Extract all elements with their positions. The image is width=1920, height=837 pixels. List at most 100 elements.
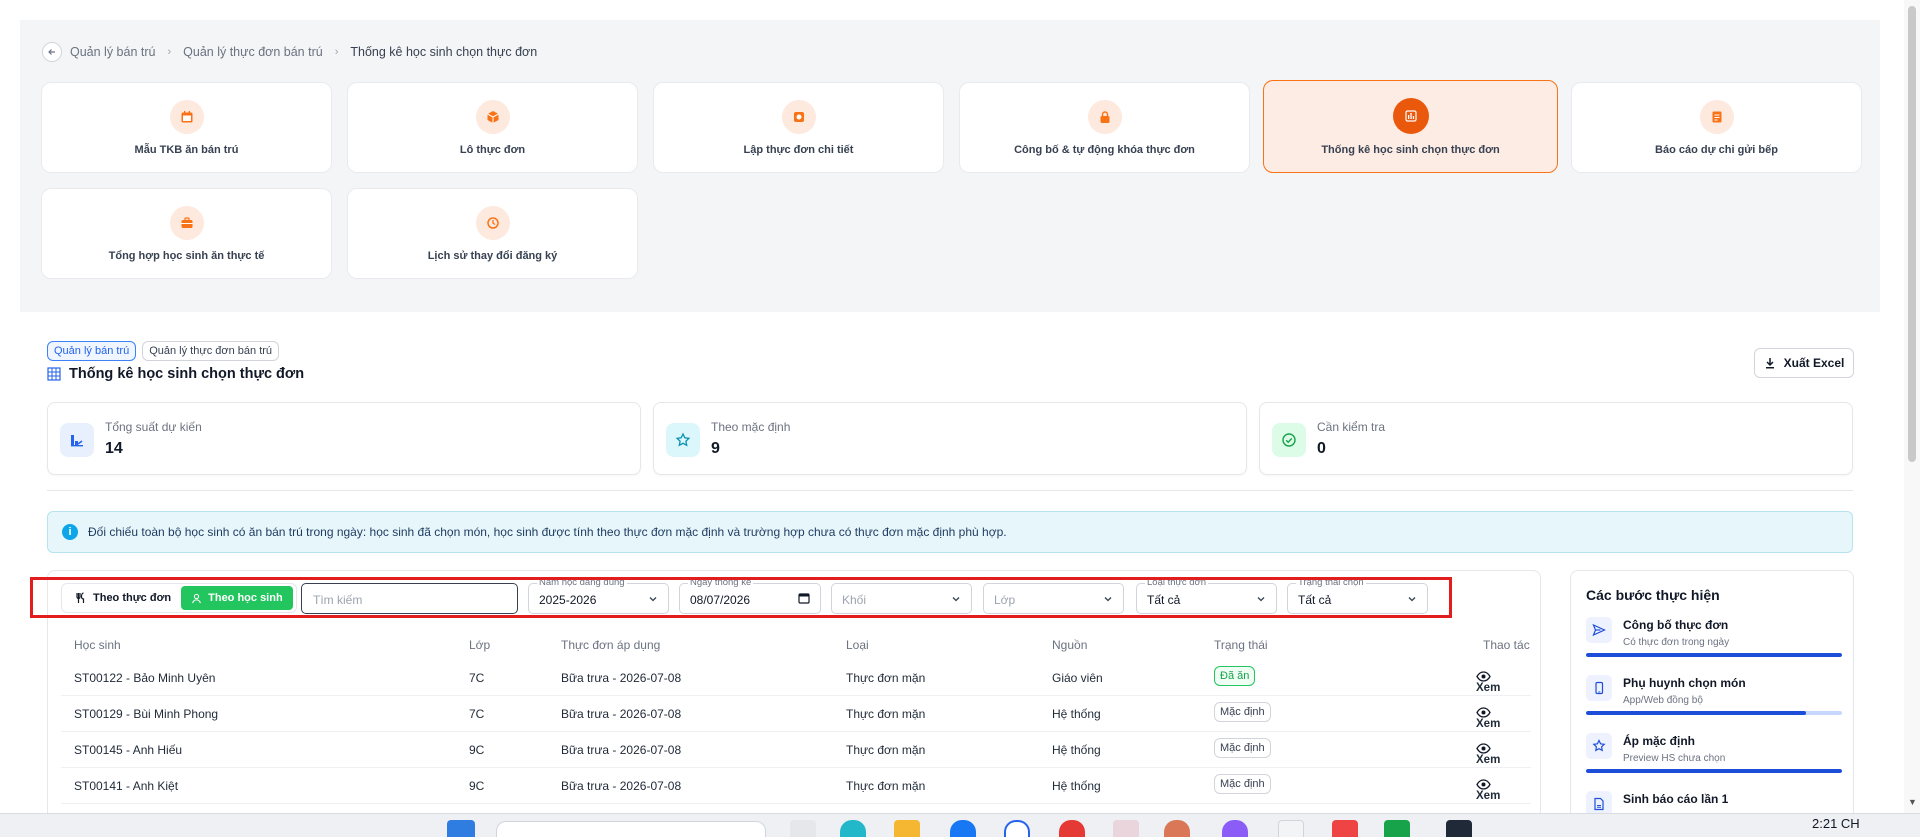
- status-badge: Mặc định: [1214, 774, 1271, 794]
- cell-menu: Bữa trưa - 2026-07-08: [561, 707, 682, 721]
- module-label: Lập thực đơn chi tiết: [743, 143, 854, 156]
- cell-source: Giáo viên: [1052, 671, 1103, 685]
- eye-icon: [1476, 743, 1491, 754]
- back-button[interactable]: [42, 42, 62, 62]
- app-icon[interactable]: [1113, 820, 1139, 837]
- column-header[interactable]: Thực đơn áp dụng: [561, 638, 660, 652]
- taskbar-search[interactable]: [496, 821, 766, 837]
- module-label: Lô thực đơn: [459, 143, 526, 156]
- module-card-actual-meals[interactable]: Tổng hợp học sinh ăn thực tế: [41, 188, 332, 279]
- breadcrumb-item[interactable]: Quản lý bán trú: [70, 45, 155, 59]
- module-card-menu-batch[interactable]: Lô thực đơn: [347, 82, 638, 173]
- cell-source: Hệ thống: [1052, 779, 1101, 793]
- page-title-text: Thống kê học sinh chọn thực đơn: [69, 366, 305, 382]
- column-header[interactable]: Loại: [846, 638, 869, 652]
- scroll-down-icon[interactable]: ▼: [1908, 797, 1917, 807]
- cell-source: Hệ thống: [1052, 707, 1101, 721]
- filter-bar-highlight: [30, 577, 1452, 618]
- table-row[interactable]: ST00141 - Anh Kiệt 9C Bữa trưa - 2026-07…: [61, 768, 1531, 804]
- column-header[interactable]: Học sinh: [74, 638, 121, 652]
- breadcrumb-item[interactable]: Quản lý thực đơn bán trú: [183, 45, 323, 59]
- app-icon[interactable]: [1059, 820, 1085, 837]
- start-icon[interactable]: [447, 820, 475, 837]
- star-icon: [1586, 733, 1612, 759]
- step-title: Sinh báo cáo lần 1: [1623, 792, 1729, 806]
- tag-primary[interactable]: Quản lý bán trú: [47, 341, 137, 361]
- module-card-change-history[interactable]: Lịch sử thay đổi đăng ký: [347, 188, 638, 279]
- context-tags: Quản lý bán trú Quản lý thực đơn bán trú: [47, 341, 280, 361]
- step-desc: App/Web đồng bộ: [1623, 695, 1703, 706]
- app-icon[interactable]: [1384, 820, 1410, 837]
- app-icon[interactable]: [1222, 820, 1248, 837]
- cell-type: Thực đơn mặn: [846, 743, 926, 757]
- scrollbar-thumb[interactable]: [1908, 6, 1916, 462]
- view-label: Xem: [1476, 790, 1501, 802]
- cell-student: ST00141 - Anh Kiệt: [74, 779, 179, 793]
- step-desc: Có thực đơn trong ngày: [1623, 637, 1730, 648]
- stat-value: 14: [105, 440, 123, 457]
- view-button[interactable]: Xem: [1476, 743, 1500, 766]
- app-icon[interactable]: [1278, 820, 1304, 837]
- tag-secondary[interactable]: Quản lý thực đơn bán trú: [142, 341, 280, 361]
- info-text: Đối chiếu toàn bộ học sinh có ăn bán trú…: [88, 525, 1007, 539]
- table-row[interactable]: ST00122 - Bảo Minh Uyên 7C Bữa trưa - 20…: [61, 660, 1531, 696]
- module-card-meal-schedule[interactable]: Mẫu TKB ăn bán trú: [41, 82, 332, 173]
- view-button[interactable]: Xem: [1476, 707, 1500, 730]
- view-button[interactable]: Xem: [1476, 779, 1500, 802]
- table-row[interactable]: ST00145 - Anh Hiếu 9C Bữa trưa - 2026-07…: [61, 732, 1531, 768]
- briefcase-icon: [169, 205, 204, 240]
- cell-menu: Bữa trưa - 2026-07-08: [561, 671, 682, 685]
- view-label: Xem: [1476, 682, 1501, 694]
- table-row[interactable]: ST00129 - Bùi Minh Phong 7C Bữa trưa - 2…: [61, 696, 1531, 732]
- step-title: Áp mặc định: [1623, 734, 1696, 748]
- column-header[interactable]: Lớp: [469, 638, 490, 652]
- app-icon[interactable]: [1004, 820, 1030, 837]
- cell-type: Thực đơn mặn: [846, 671, 926, 685]
- steps-panel: Các bước thực hiện Công bố thực đơn Có t…: [1570, 570, 1854, 837]
- view-label: Xem: [1476, 718, 1501, 730]
- step-item[interactable]: Phụ huynh chọn món App/Web đồng bộ: [1586, 675, 1842, 733]
- column-header[interactable]: Trạng thái: [1214, 638, 1268, 652]
- view-label: Xem: [1476, 754, 1501, 766]
- app-icon[interactable]: [1446, 820, 1472, 837]
- module-card-kitchen-report[interactable]: Báo cáo dự chi gửi bếp: [1571, 82, 1862, 173]
- column-header[interactable]: Nguồn: [1052, 638, 1087, 652]
- star-icon: [666, 423, 700, 457]
- cell-class: 9C: [469, 779, 485, 793]
- page-scrollbar[interactable]: ▼: [1904, 0, 1920, 813]
- cell-type: Thực đơn mặn: [846, 707, 926, 721]
- report-icon: [1699, 99, 1734, 134]
- module-card-publish-lock[interactable]: Công bố & tự động khóa thực đơn: [959, 82, 1250, 173]
- cell-class: 7C: [469, 671, 485, 685]
- cell-menu: Bữa trưa - 2026-07-08: [561, 743, 682, 757]
- module-label: Công bố & tự động khóa thực đơn: [1014, 143, 1195, 156]
- app-icon[interactable]: [840, 820, 866, 837]
- breadcrumb: Quản lý bán trú › Quản lý thực đơn bán t…: [42, 42, 537, 62]
- table-grid-icon: [47, 367, 61, 381]
- cell-student: ST00129 - Bùi Minh Phong: [74, 707, 219, 721]
- module-label: Báo cáo dự chi gửi bếp: [1655, 143, 1778, 156]
- app-window: Quản lý bán trú › Quản lý thực đơn bán t…: [0, 0, 1920, 837]
- cell-student: ST00122 - Bảo Minh Uyên: [74, 671, 216, 685]
- chart-icon: [60, 423, 94, 457]
- info-banner: i Đối chiếu toàn bộ học sinh có ăn bán t…: [47, 511, 1853, 553]
- app-icon[interactable]: [1332, 820, 1358, 837]
- step-progress: [1586, 769, 1842, 773]
- app-icon[interactable]: [950, 820, 976, 837]
- view-button[interactable]: Xem: [1476, 671, 1500, 694]
- step-item[interactable]: Áp mặc định Preview HS chưa chọn: [1586, 733, 1842, 791]
- folder-icon[interactable]: [894, 820, 920, 837]
- app-icon[interactable]: [1164, 820, 1190, 837]
- step-title: Công bố thực đơn: [1623, 618, 1729, 632]
- module-label: Lịch sử thay đổi đăng ký: [427, 249, 558, 262]
- taskbar-clock[interactable]: 2:21 CH: [1812, 816, 1860, 831]
- check-circle-icon: [1272, 423, 1306, 457]
- app-icon[interactable]: [790, 820, 816, 837]
- step-progress: [1586, 653, 1842, 657]
- status-badge: Đã ăn: [1214, 666, 1256, 686]
- step-item[interactable]: Công bố thực đơn Có thực đơn trong ngày: [1586, 617, 1842, 675]
- module-card-student-menu-stats[interactable]: Thống kê học sinh chọn thực đơn: [1263, 80, 1558, 173]
- export-excel-button[interactable]: Xuất Excel: [1754, 348, 1854, 378]
- cell-menu: Bữa trưa - 2026-07-08: [561, 779, 682, 793]
- module-card-menu-detail[interactable]: Lập thực đơn chi tiết: [653, 82, 944, 173]
